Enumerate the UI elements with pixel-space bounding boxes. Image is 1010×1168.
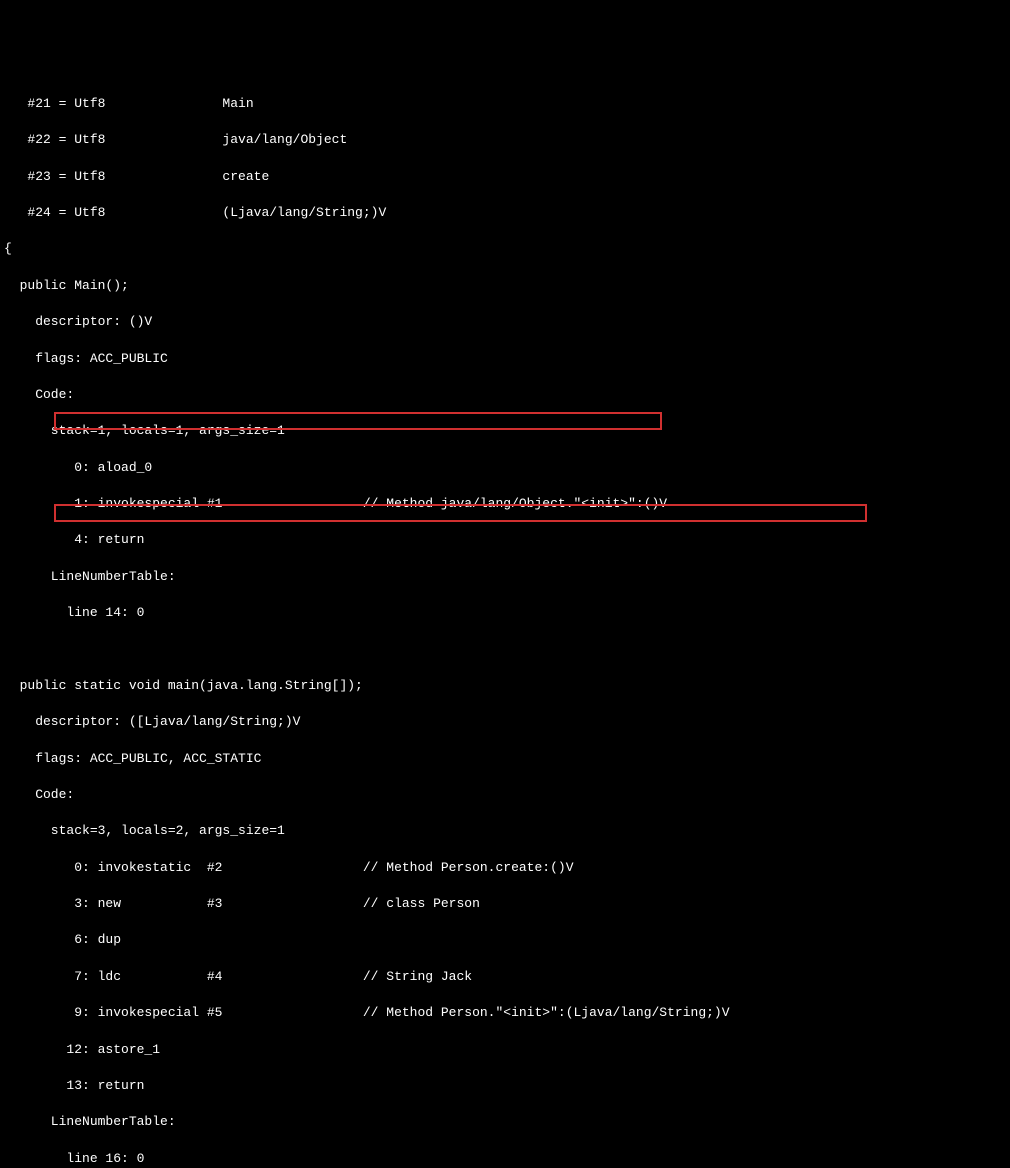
stack-info: stack=1, locals=1, args_size=1 (4, 422, 1006, 440)
bytecode-line: 0: aload_0 (4, 459, 1006, 477)
constant-pool-line: #24 = Utf8 (Ljava/lang/String;)V (4, 204, 1006, 222)
brace-open: { (4, 240, 1006, 258)
flags-line: flags: ACC_PUBLIC, ACC_STATIC (4, 750, 1006, 768)
linenumbertable-header: LineNumberTable: (4, 568, 1006, 586)
bytecode-line-highlighted: 9: invokespecial #5 // Method Person."<i… (4, 1004, 1006, 1022)
flags-line: flags: ACC_PUBLIC (4, 350, 1006, 368)
linenumber-entry: line 14: 0 (4, 604, 1006, 622)
linenumbertable-header: LineNumberTable: (4, 1113, 1006, 1131)
bytecode-line: 7: ldc #4 // String Jack (4, 968, 1006, 986)
bytecode-line: 4: return (4, 531, 1006, 549)
bytecode-line: 6: dup (4, 931, 1006, 949)
terminal-output: #21 = Utf8 Main #22 = Utf8 java/lang/Obj… (4, 77, 1006, 1168)
linenumber-entry: line 16: 0 (4, 1150, 1006, 1168)
bytecode-line: 13: return (4, 1077, 1006, 1095)
bytecode-line-highlighted: 0: invokestatic #2 // Method Person.crea… (4, 859, 1006, 877)
constant-pool-line: #23 = Utf8 create (4, 168, 1006, 186)
bytecode-line: 1: invokespecial #1 // Method java/lang/… (4, 495, 1006, 513)
constant-pool-line: #21 = Utf8 Main (4, 95, 1006, 113)
code-header: Code: (4, 386, 1006, 404)
descriptor-line: descriptor: ()V (4, 313, 1006, 331)
method-declaration: public static void main(java.lang.String… (4, 677, 1006, 695)
method-declaration: public Main(); (4, 277, 1006, 295)
constant-pool-line: #22 = Utf8 java/lang/Object (4, 131, 1006, 149)
bytecode-line: 3: new #3 // class Person (4, 895, 1006, 913)
descriptor-line: descriptor: ([Ljava/lang/String;)V (4, 713, 1006, 731)
code-header: Code: (4, 786, 1006, 804)
stack-info: stack=3, locals=2, args_size=1 (4, 822, 1006, 840)
blank-line (4, 641, 1006, 659)
bytecode-line: 12: astore_1 (4, 1041, 1006, 1059)
